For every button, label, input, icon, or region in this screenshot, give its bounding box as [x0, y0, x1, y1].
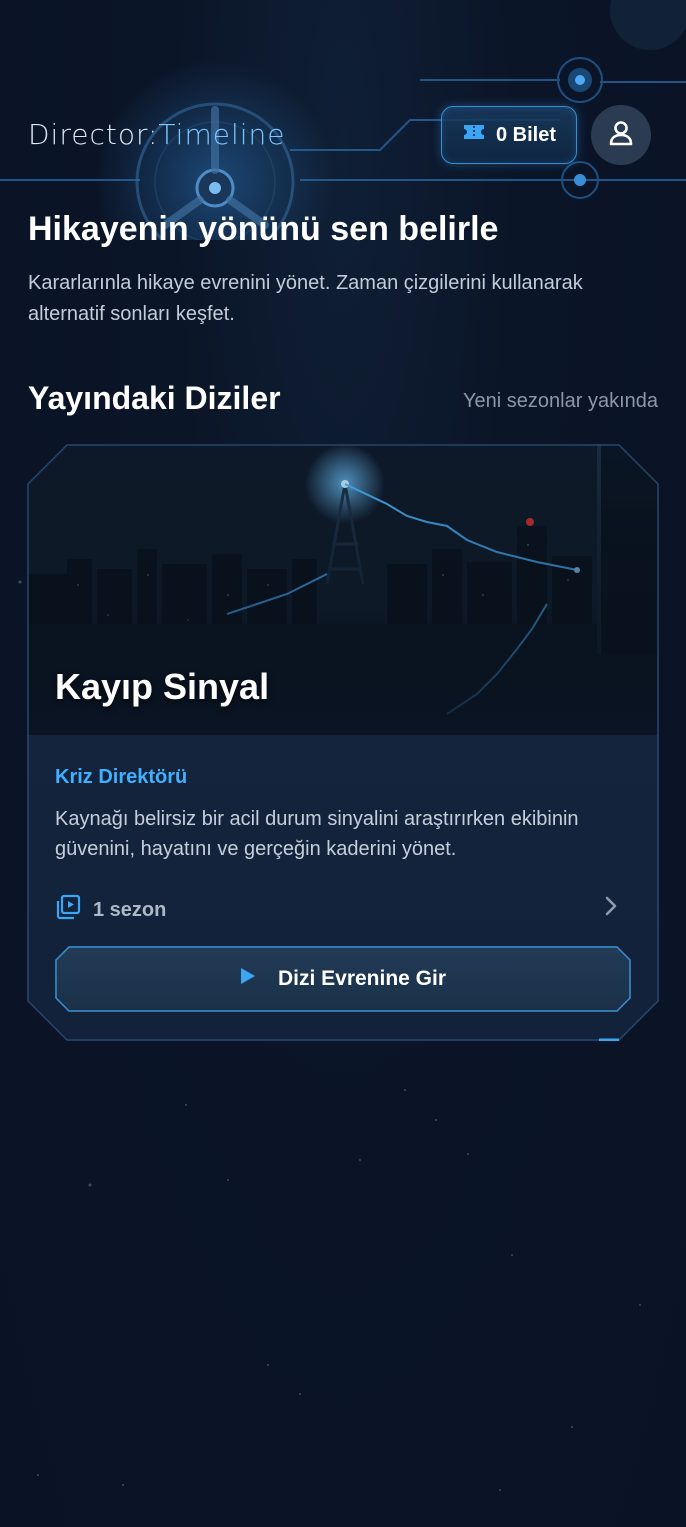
app-header: Director:Timeline 0 Bilet: [0, 0, 686, 200]
user-icon: [607, 119, 635, 152]
section-title: Yayındaki Diziler: [28, 380, 281, 416]
logo-accent-text: Timeline: [158, 118, 286, 151]
enter-series-label: Dizi Evrenine Gir: [277, 967, 447, 990]
hero-subtitle: Kararlarınla hikaye evrenini yönet. Zama…: [28, 272, 583, 325]
hero-title: Hikayenin yönünü sen belirle: [28, 210, 499, 248]
ticket-count-label: 0 Bilet: [495, 123, 557, 146]
chevron-right-icon[interactable]: [603, 895, 619, 922]
play-icon: [240, 967, 256, 991]
season-count-label: 1 sezon: [93, 898, 167, 921]
series-title: Kayıp Sinyal: [55, 666, 270, 707]
seasons-playlist-icon: [55, 894, 81, 926]
profile-button[interactable]: [591, 105, 651, 165]
series-genre: Kriz Direktörü: [55, 766, 188, 788]
season-count: 1 sezon: [55, 894, 166, 926]
section-note: Yeni sezonlar yakında: [463, 390, 658, 412]
series-description: Kaynağı belirsiz bir acil durum sinyalin…: [55, 808, 579, 860]
series-card[interactable]: Kayıp Sinyal Kriz Direktörü Kaynağı beli…: [27, 444, 659, 1041]
app-logo[interactable]: Director:Timeline: [28, 118, 285, 151]
ticket-balance-button[interactable]: 0 Bilet: [441, 106, 577, 164]
logo-main-text: Director:: [28, 118, 159, 151]
ticket-icon: [462, 123, 486, 147]
enter-series-button[interactable]: Dizi Evrenine Gir: [55, 946, 631, 1012]
